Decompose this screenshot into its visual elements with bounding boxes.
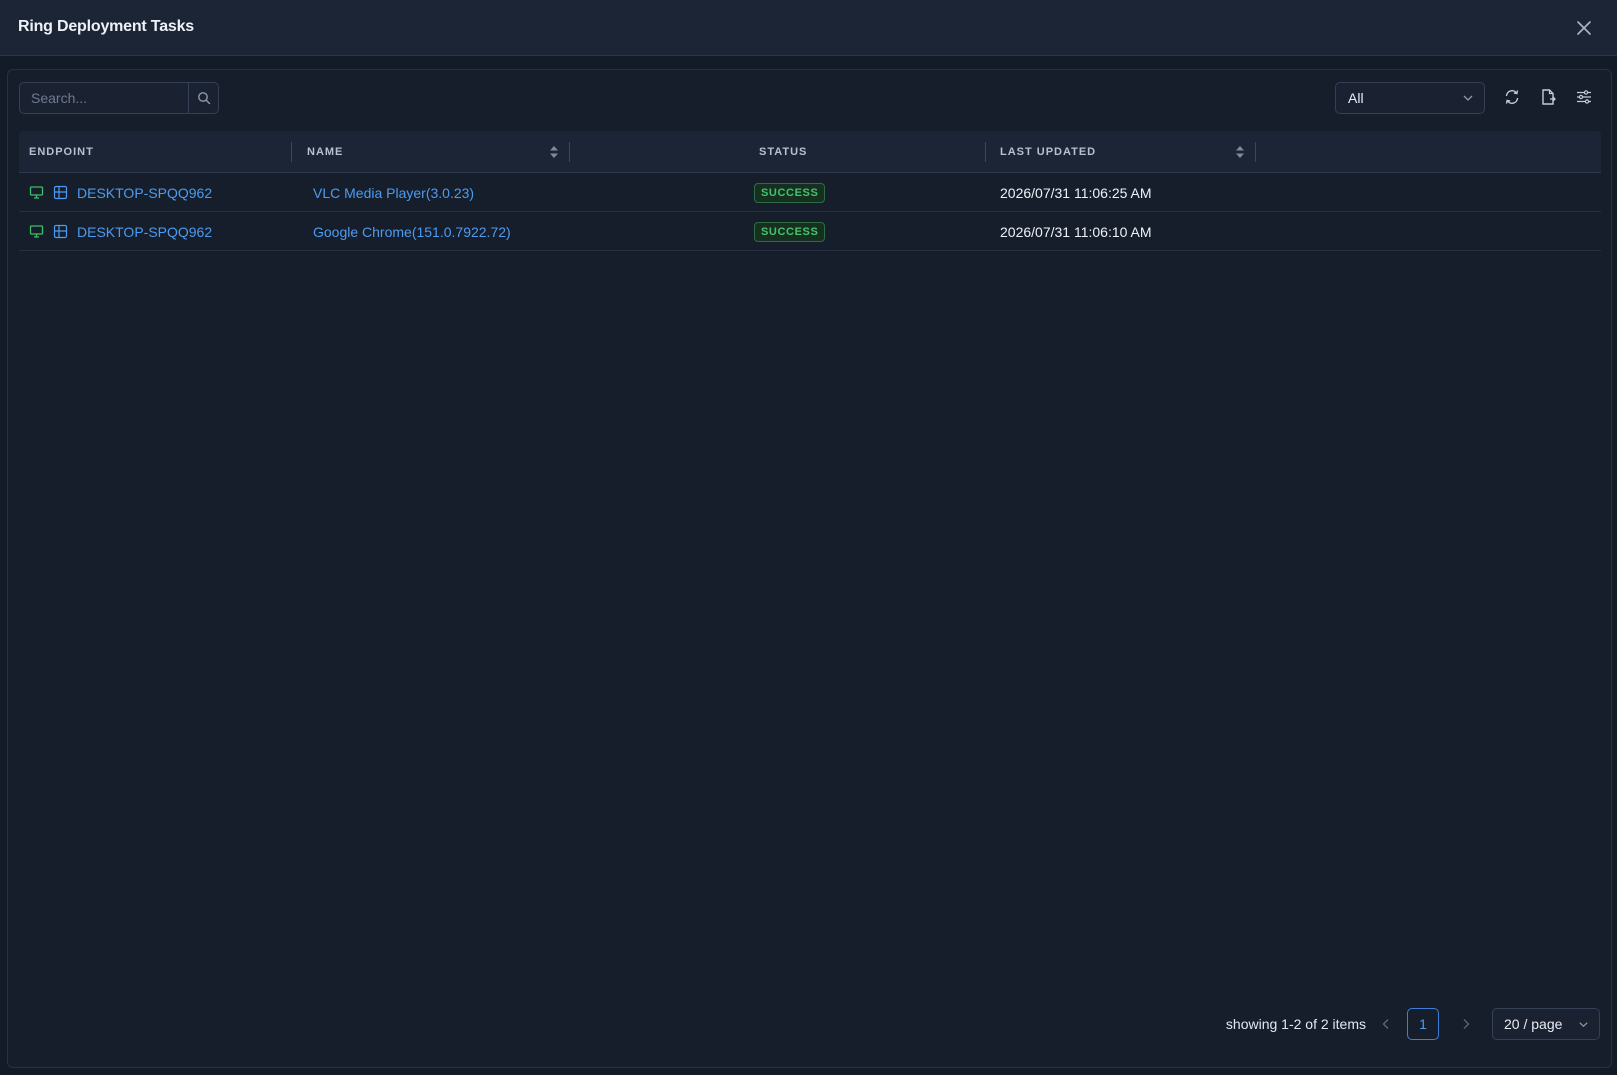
status-badge: SUCCESS — [754, 221, 826, 242]
status-filter-select[interactable]: All — [1335, 82, 1485, 114]
sort-icon[interactable] — [1235, 144, 1245, 160]
task-name-link[interactable]: Google Chrome(151.0.7922.72) — [313, 224, 511, 240]
sort-icon[interactable] — [549, 144, 559, 160]
tasks-table: ENDPOINT NAME STATUS LAST UPDATED DESKTO… — [19, 131, 1601, 251]
last-updated-cell: 2026/07/31 11:06:25 AM — [1000, 184, 1152, 201]
column-settings-button[interactable] — [1573, 86, 1595, 108]
table-row: DESKTOP-SPQQ962 Google Chrome(151.0.7922… — [19, 212, 1601, 251]
column-header-status: STATUS — [759, 146, 808, 158]
modal-title: Ring Deployment Tasks — [18, 18, 194, 35]
name-cell: Google Chrome(151.0.7922.72) — [313, 212, 511, 251]
close-button[interactable] — [1573, 17, 1595, 39]
page-size-select[interactable]: 20 / page — [1492, 1008, 1600, 1040]
windows-icon — [53, 185, 68, 200]
column-settings-icon — [1577, 90, 1591, 104]
column-divider[interactable] — [1255, 142, 1256, 162]
desktop-icon — [29, 225, 44, 238]
ring-deployment-tasks-modal: Ring Deployment Tasks All — [0, 0, 1617, 1075]
export-icon — [1542, 89, 1556, 105]
chevron-down-icon — [1579, 1022, 1588, 1028]
page-size-value: 20 / page — [1504, 1016, 1563, 1032]
status-filter-value: All — [1348, 90, 1364, 106]
endpoint-cell: DESKTOP-SPQQ962 — [29, 173, 212, 212]
modal-header: Ring Deployment Tasks — [0, 0, 1617, 56]
refresh-button[interactable] — [1501, 86, 1523, 108]
last-updated-cell: 2026/07/31 11:06:10 AM — [1000, 223, 1152, 240]
pagination-summary: showing 1-2 of 2 items — [1225, 1016, 1366, 1032]
task-name-link[interactable]: VLC Media Player(3.0.23) — [313, 185, 474, 201]
table-row: DESKTOP-SPQQ962 VLC Media Player(3.0.23)… — [19, 173, 1601, 212]
status-cell: SUCCESS — [754, 173, 826, 212]
column-header-endpoint: ENDPOINT — [29, 146, 94, 158]
search-button[interactable] — [188, 83, 218, 113]
column-header-name[interactable]: NAME — [307, 131, 343, 173]
endpoint-link[interactable]: DESKTOP-SPQQ962 — [77, 224, 212, 240]
chevron-right-icon[interactable] — [1459, 1017, 1473, 1031]
column-header-last-updated[interactable]: LAST UPDATED — [1000, 131, 1096, 173]
search-input[interactable] — [20, 83, 188, 113]
chevron-down-icon — [1463, 95, 1473, 101]
endpoint-cell: DESKTOP-SPQQ962 — [29, 212, 212, 251]
column-divider[interactable] — [569, 142, 570, 162]
tasks-panel: All — [7, 69, 1612, 1068]
chevron-left-icon[interactable] — [1379, 1017, 1393, 1031]
search-box — [19, 82, 219, 114]
pagination: showing 1-2 of 2 items 1 20 / page — [1011, 1008, 1611, 1040]
status-cell: SUCCESS — [754, 212, 826, 251]
export-button[interactable] — [1537, 86, 1559, 108]
name-cell: VLC Media Player(3.0.23) — [313, 173, 474, 212]
refresh-icon — [1505, 90, 1519, 104]
endpoint-link[interactable]: DESKTOP-SPQQ962 — [77, 185, 212, 201]
column-divider[interactable] — [291, 142, 292, 162]
column-divider[interactable] — [985, 142, 986, 162]
search-icon — [197, 92, 210, 105]
status-badge: SUCCESS — [754, 182, 826, 203]
page-number-current[interactable]: 1 — [1407, 1008, 1439, 1040]
table-header: ENDPOINT NAME STATUS LAST UPDATED — [19, 131, 1601, 173]
close-icon — [1577, 21, 1591, 35]
windows-icon — [53, 224, 68, 239]
desktop-icon — [29, 186, 44, 199]
